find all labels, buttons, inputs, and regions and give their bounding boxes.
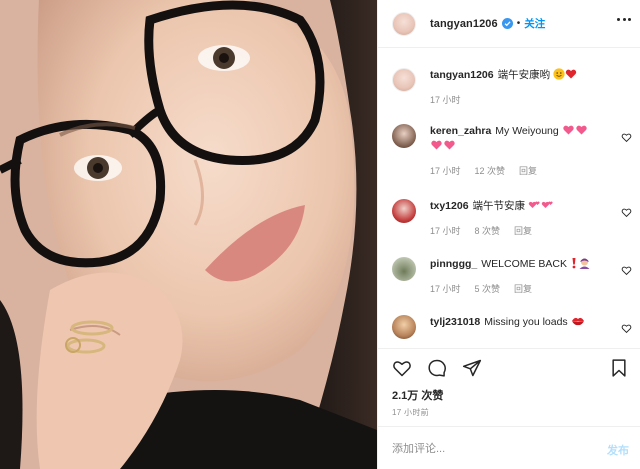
selfie-photo	[0, 0, 377, 469]
like-comment-icon[interactable]	[621, 265, 632, 276]
caption-text: 端午安康哟	[497, 69, 551, 81]
comment-like-count[interactable]: 8 次赞	[475, 224, 501, 239]
avatar[interactable]	[392, 315, 416, 339]
person-bowing-icon	[579, 258, 590, 269]
comment-text: 端午节安康	[472, 200, 526, 212]
sparkling-heart-icon	[562, 125, 574, 135]
sparkling-heart-icon	[575, 125, 587, 135]
comment-text: WELCOME BACK	[481, 258, 568, 270]
reply-button[interactable]: 回复	[519, 164, 537, 179]
avatar[interactable]	[392, 199, 416, 223]
sparkling-heart-icon	[431, 140, 442, 150]
post-side-panel: tangyan1206 • 关注 tangyan1206 端午安康哟 17 小时 …	[377, 0, 640, 469]
comment-text: My Weiyoung	[495, 125, 559, 137]
two-hearts-icon	[528, 201, 540, 208]
more-options-icon[interactable]	[617, 18, 631, 22]
comment-time: 17 小时	[430, 166, 461, 176]
comment-username[interactable]: pinnggg_	[430, 258, 477, 270]
publish-button[interactable]: 发布	[607, 442, 629, 458]
comments-list[interactable]: tangyan1206 端午安康哟 17 小时 keren_zahra My Wei…	[378, 56, 640, 348]
post-header: tangyan1206 • 关注	[378, 0, 640, 48]
post-actions: 2.1万 次赞 17 小时前	[378, 348, 640, 426]
comment-like-count[interactable]: 12 次赞	[475, 164, 506, 179]
comment-input[interactable]	[392, 439, 582, 459]
comment-username[interactable]: keren_zahra	[430, 125, 491, 137]
avatar[interactable]	[392, 257, 416, 281]
reply-button[interactable]: 回复	[514, 224, 532, 239]
avatar[interactable]	[392, 124, 416, 148]
like-heart-icon[interactable]	[392, 358, 412, 378]
separator-dot: •	[516, 18, 521, 29]
reply-button[interactable]: 回复	[514, 282, 532, 297]
smiling-face-icon	[553, 68, 565, 80]
post-timestamp[interactable]: 17 小时前	[392, 407, 429, 418]
avatar[interactable]	[392, 11, 416, 36]
comment-time: 17 小时	[430, 226, 461, 236]
like-comment-icon[interactable]	[621, 207, 632, 218]
sparkling-heart-icon	[444, 140, 455, 150]
comment-username[interactable]: tylj231018	[430, 316, 480, 328]
share-paper-plane-icon[interactable]	[462, 358, 482, 378]
post-author-username[interactable]: tangyan1206	[430, 18, 498, 30]
post-photo[interactable]	[0, 0, 377, 469]
comment-text: Missing you loads	[484, 316, 568, 328]
verified-badge-icon	[501, 18, 513, 29]
comment-time: 17 小时	[430, 284, 461, 294]
comment-username[interactable]: txy1206	[430, 200, 469, 212]
red-heart-icon	[565, 69, 577, 79]
kiss-mark-icon	[571, 317, 584, 326]
like-comment-icon[interactable]	[621, 132, 632, 143]
exclamation-icon	[572, 258, 576, 269]
caption-username[interactable]: tangyan1206	[430, 69, 494, 81]
two-hearts-icon	[541, 201, 553, 208]
like-count[interactable]: 2.1万 次赞	[392, 387, 443, 403]
avatar[interactable]	[392, 68, 416, 92]
caption-time: 17 小时	[430, 95, 461, 105]
save-bookmark-icon[interactable]	[609, 358, 629, 378]
comment-like-count[interactable]: 5 次赞	[475, 282, 501, 297]
follow-button[interactable]: 关注	[524, 16, 545, 31]
like-comment-icon[interactable]	[621, 323, 632, 334]
comment-bubble-icon[interactable]	[427, 358, 447, 378]
add-comment-bar: 发布	[378, 426, 640, 469]
